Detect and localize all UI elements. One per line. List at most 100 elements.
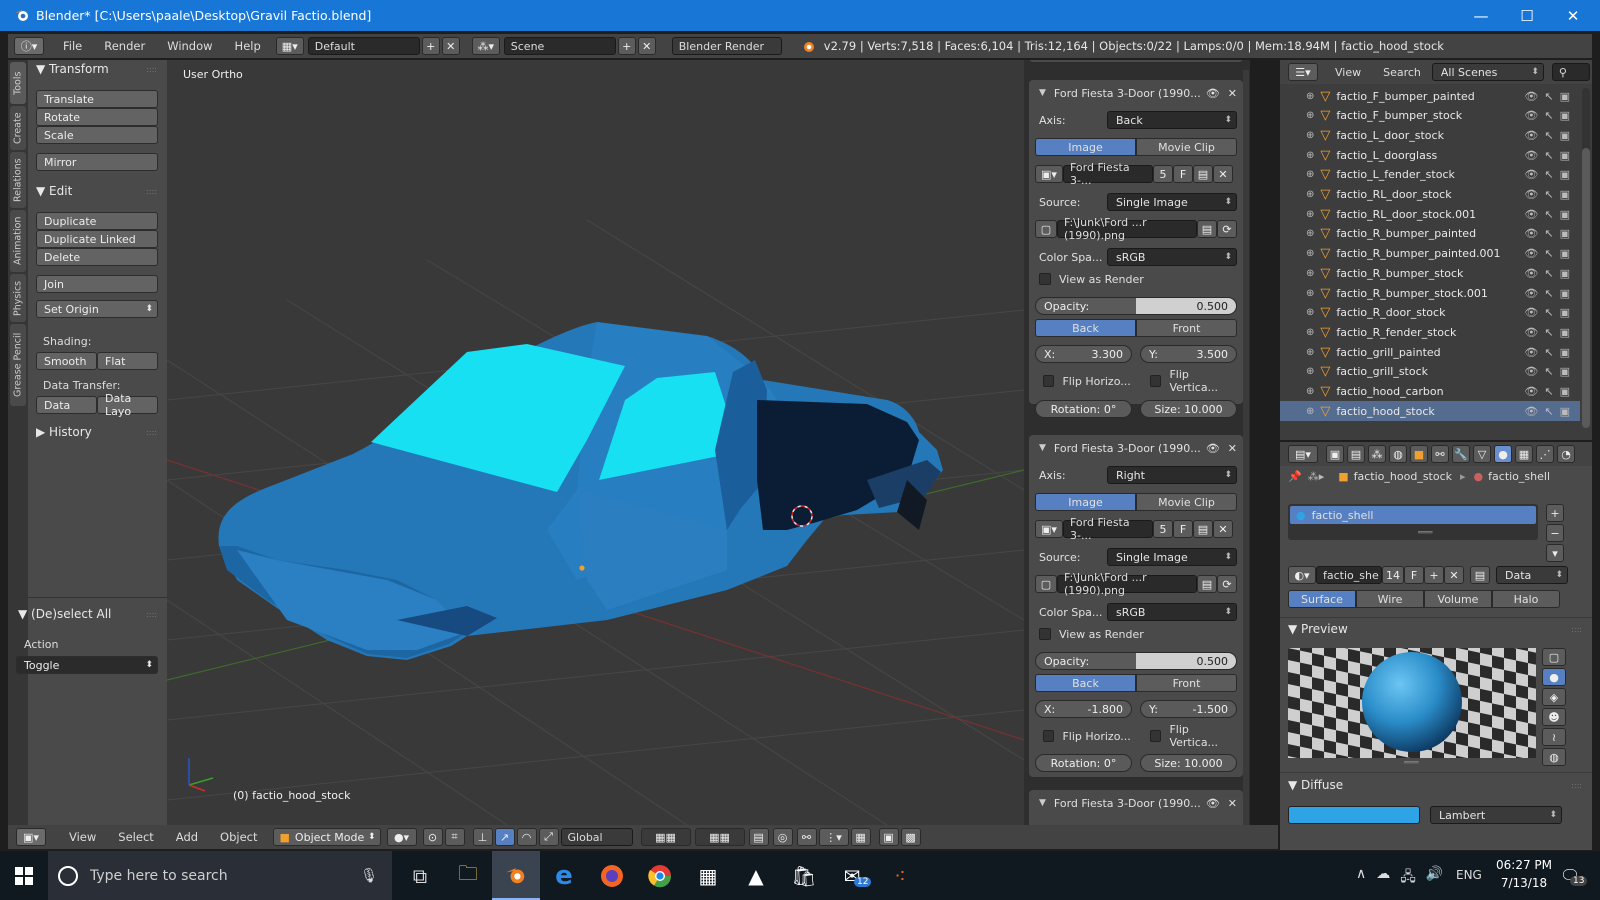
material-name-field[interactable]: factio_she [1316,566,1382,584]
expand-icon[interactable]: ⊕ [1306,91,1314,102]
mirror-button[interactable]: Mirror [36,153,158,171]
action-center-icon[interactable]: 🗨 13 [1560,866,1588,886]
tray-expand-icon[interactable]: ∧ [1356,866,1366,890]
expand-icon[interactable]: ⊕ [1306,248,1314,259]
material-browse-icon[interactable]: ◐▾ [1288,566,1316,584]
deselect-all-panel-header[interactable]: ▼ (De)select All [18,607,111,621]
expand-icon[interactable]: ⊕ [1306,366,1314,377]
offset-x-field[interactable]: X: 3.300 [1035,345,1132,363]
tab-relations[interactable]: Relations [10,152,26,208]
edit-panel-header[interactable]: ▼ Edit [36,184,72,198]
selectable-cursor-icon[interactable]: ↖ [1544,267,1553,280]
preview-panel-header[interactable]: ▼ Preview [1288,622,1348,636]
remove-bg-icon[interactable]: ✕ [1228,87,1237,100]
delete-button[interactable]: Delete [36,248,158,266]
preview-monkey-icon[interactable]: ☻ [1542,708,1566,726]
calculator-icon[interactable]: ▦ [684,851,732,900]
preview-world-icon[interactable]: ◍ [1542,748,1566,766]
join-button[interactable]: Join [36,275,158,293]
remove-bg-icon[interactable]: ✕ [1228,442,1237,455]
add-slot-button[interactable]: + [1546,504,1564,522]
flip-v-checkbox[interactable] [1150,375,1162,387]
layers-tab-icon[interactable]: ▤ [1347,445,1365,463]
outliner-row[interactable]: ⊕ ▽ factio_F_bumper_painted 👁 ↖ ▣ [1280,86,1580,106]
image-name-field[interactable]: Ford Fiesta 3-... [1063,516,1153,542]
outliner-row[interactable]: ⊕ ▽ factio_RL_door_stock.001 👁 ↖ ▣ [1280,204,1580,224]
selectable-cursor-icon[interactable]: ↖ [1544,188,1553,201]
firefox-icon[interactable] [588,851,636,900]
render-camera-icon[interactable]: ▣ [1560,306,1570,319]
eye-icon[interactable]: 👁 [1206,797,1220,810]
reload-icon[interactable]: ⟳ [1217,220,1237,238]
layers-group-1[interactable]: ▦▦ [640,828,691,846]
outliner-scrollbar[interactable] [1582,88,1590,428]
onedrive-icon[interactable]: ☁ [1376,866,1390,890]
visibility-eye-icon[interactable]: 👁 [1524,227,1538,240]
lock-layer-icon[interactable]: ▤ [748,828,769,846]
material-slots-list[interactable]: ● factio_shell ═══ [1288,504,1538,540]
menu-object[interactable]: Object [209,830,268,844]
rotation-field[interactable]: Rotation: 0° [1035,400,1132,418]
transform-orientation-select[interactable]: Global [560,828,633,846]
expand-icon[interactable]: ⊕ [1306,189,1314,200]
render-camera-icon[interactable]: ▣ [1560,109,1570,122]
source-select[interactable]: Single Image [1107,193,1237,211]
open-image-icon[interactable]: ▤ [1193,165,1213,183]
app-dots-icon[interactable]: ⁖ [876,851,924,900]
image-toggle[interactable]: Image [1035,138,1136,156]
image-name-field[interactable]: Ford Fiesta 3-... [1063,161,1153,187]
render-camera-icon[interactable]: ▣ [1560,208,1570,221]
photos-icon[interactable]: ▲ [732,851,780,900]
selectable-cursor-icon[interactable]: ↖ [1544,385,1553,398]
flip-h-checkbox[interactable] [1043,730,1055,742]
particles-tab-icon[interactable]: ⋰ [1536,445,1554,463]
expand-icon[interactable]: ⊕ [1306,386,1314,397]
editor-type-outliner-icon[interactable]: ☰▾ [1288,63,1318,81]
render-camera-icon[interactable]: ▣ [1560,129,1570,142]
visibility-eye-icon[interactable]: 👁 [1524,346,1538,359]
material-slot[interactable]: ● factio_shell [1290,506,1536,524]
tab-halo[interactable]: Halo [1492,590,1560,608]
outliner-row[interactable]: ⊕ ▽ factio_hood_carbon 👁 ↖ ▣ [1280,382,1580,402]
expand-icon[interactable]: ⊕ [1306,110,1314,121]
axis-select[interactable]: Back [1107,111,1237,129]
tab-wire[interactable]: Wire [1356,590,1424,608]
add-scene-icon[interactable]: + [617,37,636,55]
filepath-field[interactable]: F:\Junk\Ford ...r (1990).png [1057,216,1197,242]
image-browse-icon[interactable]: ▣▾ [1035,520,1063,538]
opengl-anim-icon[interactable]: ▩ [900,828,921,846]
unlink-image-icon[interactable]: ✕ [1213,520,1233,538]
colorspace-select[interactable]: sRGB [1107,248,1237,266]
outliner-row[interactable]: ⊕ ▽ factio_L_fender_stock 👁 ↖ ▣ [1280,165,1580,185]
3d-viewport[interactable]: User Ortho (0) factio_hood_stock [167,60,1024,825]
outliner-row[interactable]: ⊕ ▽ factio_R_fender_stock 👁 ↖ ▣ [1280,322,1580,342]
windows-start-icon[interactable] [0,851,48,900]
visibility-eye-icon[interactable]: 👁 [1524,90,1538,103]
menu-view[interactable]: View [58,830,107,844]
render-camera-icon[interactable]: ▣ [1560,405,1570,418]
render-camera-icon[interactable]: ▣ [1560,326,1570,339]
render-engine-select[interactable]: Blender Render [671,37,782,55]
modifiers-tab-icon[interactable]: 🔧 [1452,445,1470,463]
file-browse-icon[interactable]: ▤ [1197,220,1217,238]
size-field[interactable]: Size: 10.000 [1140,754,1237,772]
render-camera-icon[interactable]: ▣ [1560,227,1570,240]
menu-render[interactable]: Render [93,39,156,53]
visibility-eye-icon[interactable]: 👁 [1524,287,1538,300]
expand-icon[interactable]: ⊕ [1306,169,1314,180]
selectable-cursor-icon[interactable]: ↖ [1544,405,1553,418]
expand-icon[interactable]: ⊕ [1306,209,1314,220]
render-camera-icon[interactable]: ▣ [1560,247,1570,260]
rotation-field[interactable]: Rotation: 0° [1035,754,1132,772]
maximize-button[interactable]: ☐ [1504,0,1550,31]
opacity-slider[interactable]: Opacity: 0.500 [1035,297,1237,315]
viewport-shading-icon[interactable]: ●▾ [386,828,417,846]
eye-icon[interactable]: 👁 [1206,442,1220,455]
panel-scrollbar[interactable] [1243,70,1249,825]
outliner-row[interactable]: ⊕ ▽ factio_F_bumper_stock 👁 ↖ ▣ [1280,106,1580,126]
offset-y-field[interactable]: Y: 3.500 [1140,345,1237,363]
diffuse-shader-select[interactable]: Lambert [1430,806,1562,824]
tab-tools[interactable]: Tools [10,62,26,104]
visibility-eye-icon[interactable]: 👁 [1524,306,1538,319]
outliner-row[interactable]: ⊕ ▽ factio_grill_painted 👁 ↖ ▣ [1280,342,1580,362]
